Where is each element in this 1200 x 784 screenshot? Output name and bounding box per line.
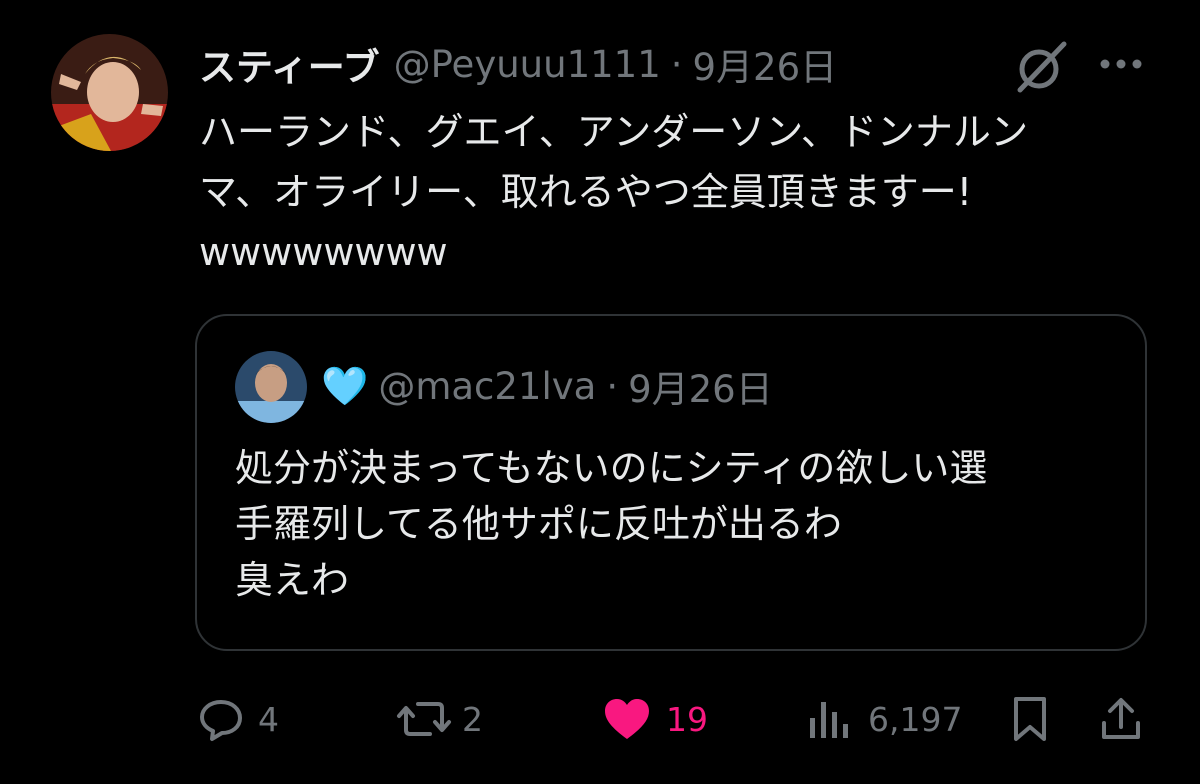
like-button[interactable]: 19 — [602, 688, 708, 750]
quoted-separator-dot: · — [606, 364, 619, 408]
share-button[interactable] — [1098, 688, 1144, 750]
reply-button[interactable]: 4 — [198, 688, 279, 750]
views-count: 6,197 — [868, 699, 963, 739]
views-icon — [806, 696, 852, 742]
more-icon[interactable] — [1098, 54, 1144, 74]
tweet-header: スティーブ @Peyuuu1111 · 9月26日 — [199, 38, 837, 90]
quoted-tweet-text: 処分が決まってもないのにシティの欲しい選 手羅列してる他サポに反吐が出るわ 臭え… — [235, 446, 988, 602]
author-name[interactable]: スティーブ — [199, 37, 380, 91]
heart-icon — [602, 696, 652, 742]
like-count: 19 — [666, 699, 708, 739]
author-handle[interactable]: @Peyuuu1111 — [394, 43, 661, 86]
reply-icon — [198, 696, 244, 742]
quoted-tweet-card[interactable]: 🩵 @mac21lva · 9月26日 処分が決まってもないのにシティの欲しい選… — [195, 314, 1147, 651]
quoted-author-handle[interactable]: @mac21lva — [378, 365, 596, 408]
repost-count: 2 — [462, 699, 483, 739]
separator-dot: · — [670, 42, 683, 86]
bookmark-button[interactable] — [1010, 688, 1050, 750]
repost-icon — [396, 696, 452, 742]
quoted-author-avatar[interactable] — [235, 351, 307, 423]
share-icon — [1098, 695, 1144, 743]
grok-icon[interactable] — [1012, 38, 1070, 96]
tweet-text: ハーランド、グエイ、アンダーソン、ドンナルン マ、オライリー、取れるやつ全員頂き… — [199, 110, 1029, 274]
tweet-date[interactable]: 9月26日 — [693, 37, 838, 91]
quoted-tweet-date[interactable]: 9月26日 — [628, 359, 773, 413]
repost-button[interactable]: 2 — [396, 688, 483, 750]
blue-heart-icon: 🩵 — [321, 363, 369, 408]
quoted-tweet-header: 🩵 @mac21lva · 9月26日 — [321, 360, 773, 412]
reply-count: 4 — [258, 699, 279, 739]
bookmark-icon — [1010, 695, 1050, 743]
author-avatar[interactable] — [51, 34, 168, 151]
views-button[interactable]: 6,197 — [806, 688, 962, 750]
